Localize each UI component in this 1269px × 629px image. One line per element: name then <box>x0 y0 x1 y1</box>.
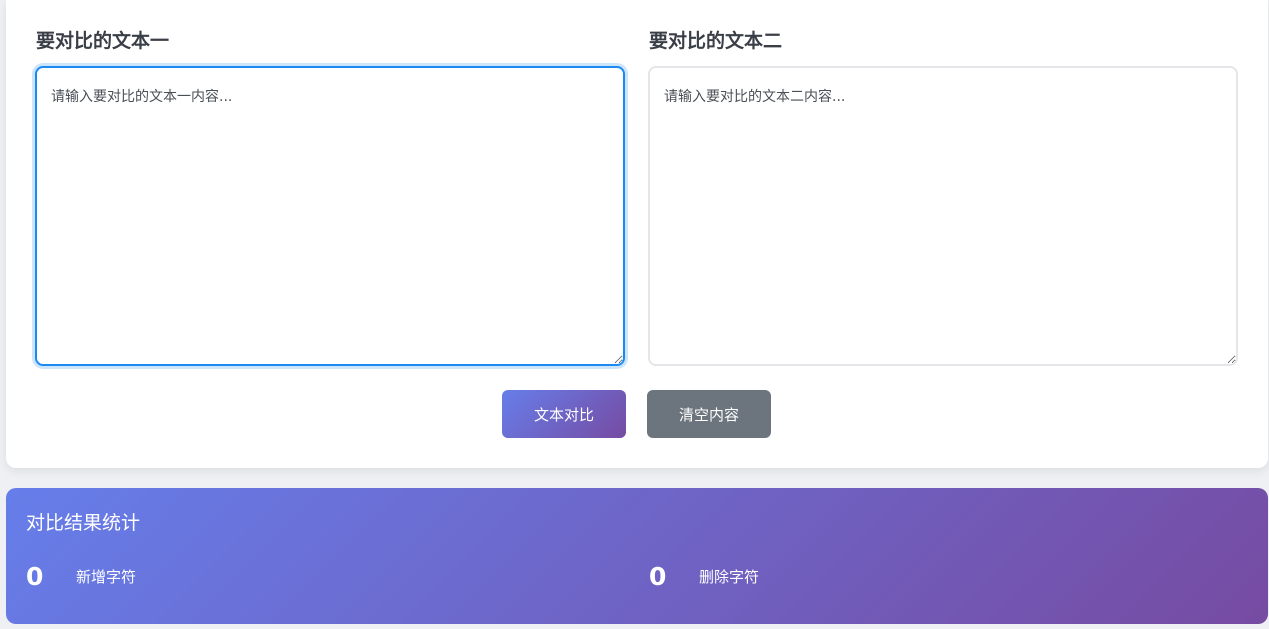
clear-button[interactable]: 清空内容 <box>647 390 771 438</box>
text1-input[interactable] <box>35 66 625 366</box>
text2-title: 要对比的文本二 <box>649 30 783 52</box>
compare-button[interactable]: 文本对比 <box>502 390 626 438</box>
added-chars-label: 新增字符 <box>76 568 137 586</box>
added-chars-count: 0 <box>26 562 44 591</box>
removed-chars-label: 删除字符 <box>699 568 760 586</box>
text1-title: 要对比的文本一 <box>36 30 170 52</box>
result-title: 对比结果统计 <box>26 512 141 534</box>
result-stats-card: 对比结果统计 0 新增字符 0 删除字符 <box>6 488 1268 624</box>
text2-input[interactable] <box>648 66 1238 366</box>
removed-chars-count: 0 <box>649 562 667 591</box>
input-card: 要对比的文本一 要对比的文本二 文本对比 清空内容 <box>6 0 1268 468</box>
